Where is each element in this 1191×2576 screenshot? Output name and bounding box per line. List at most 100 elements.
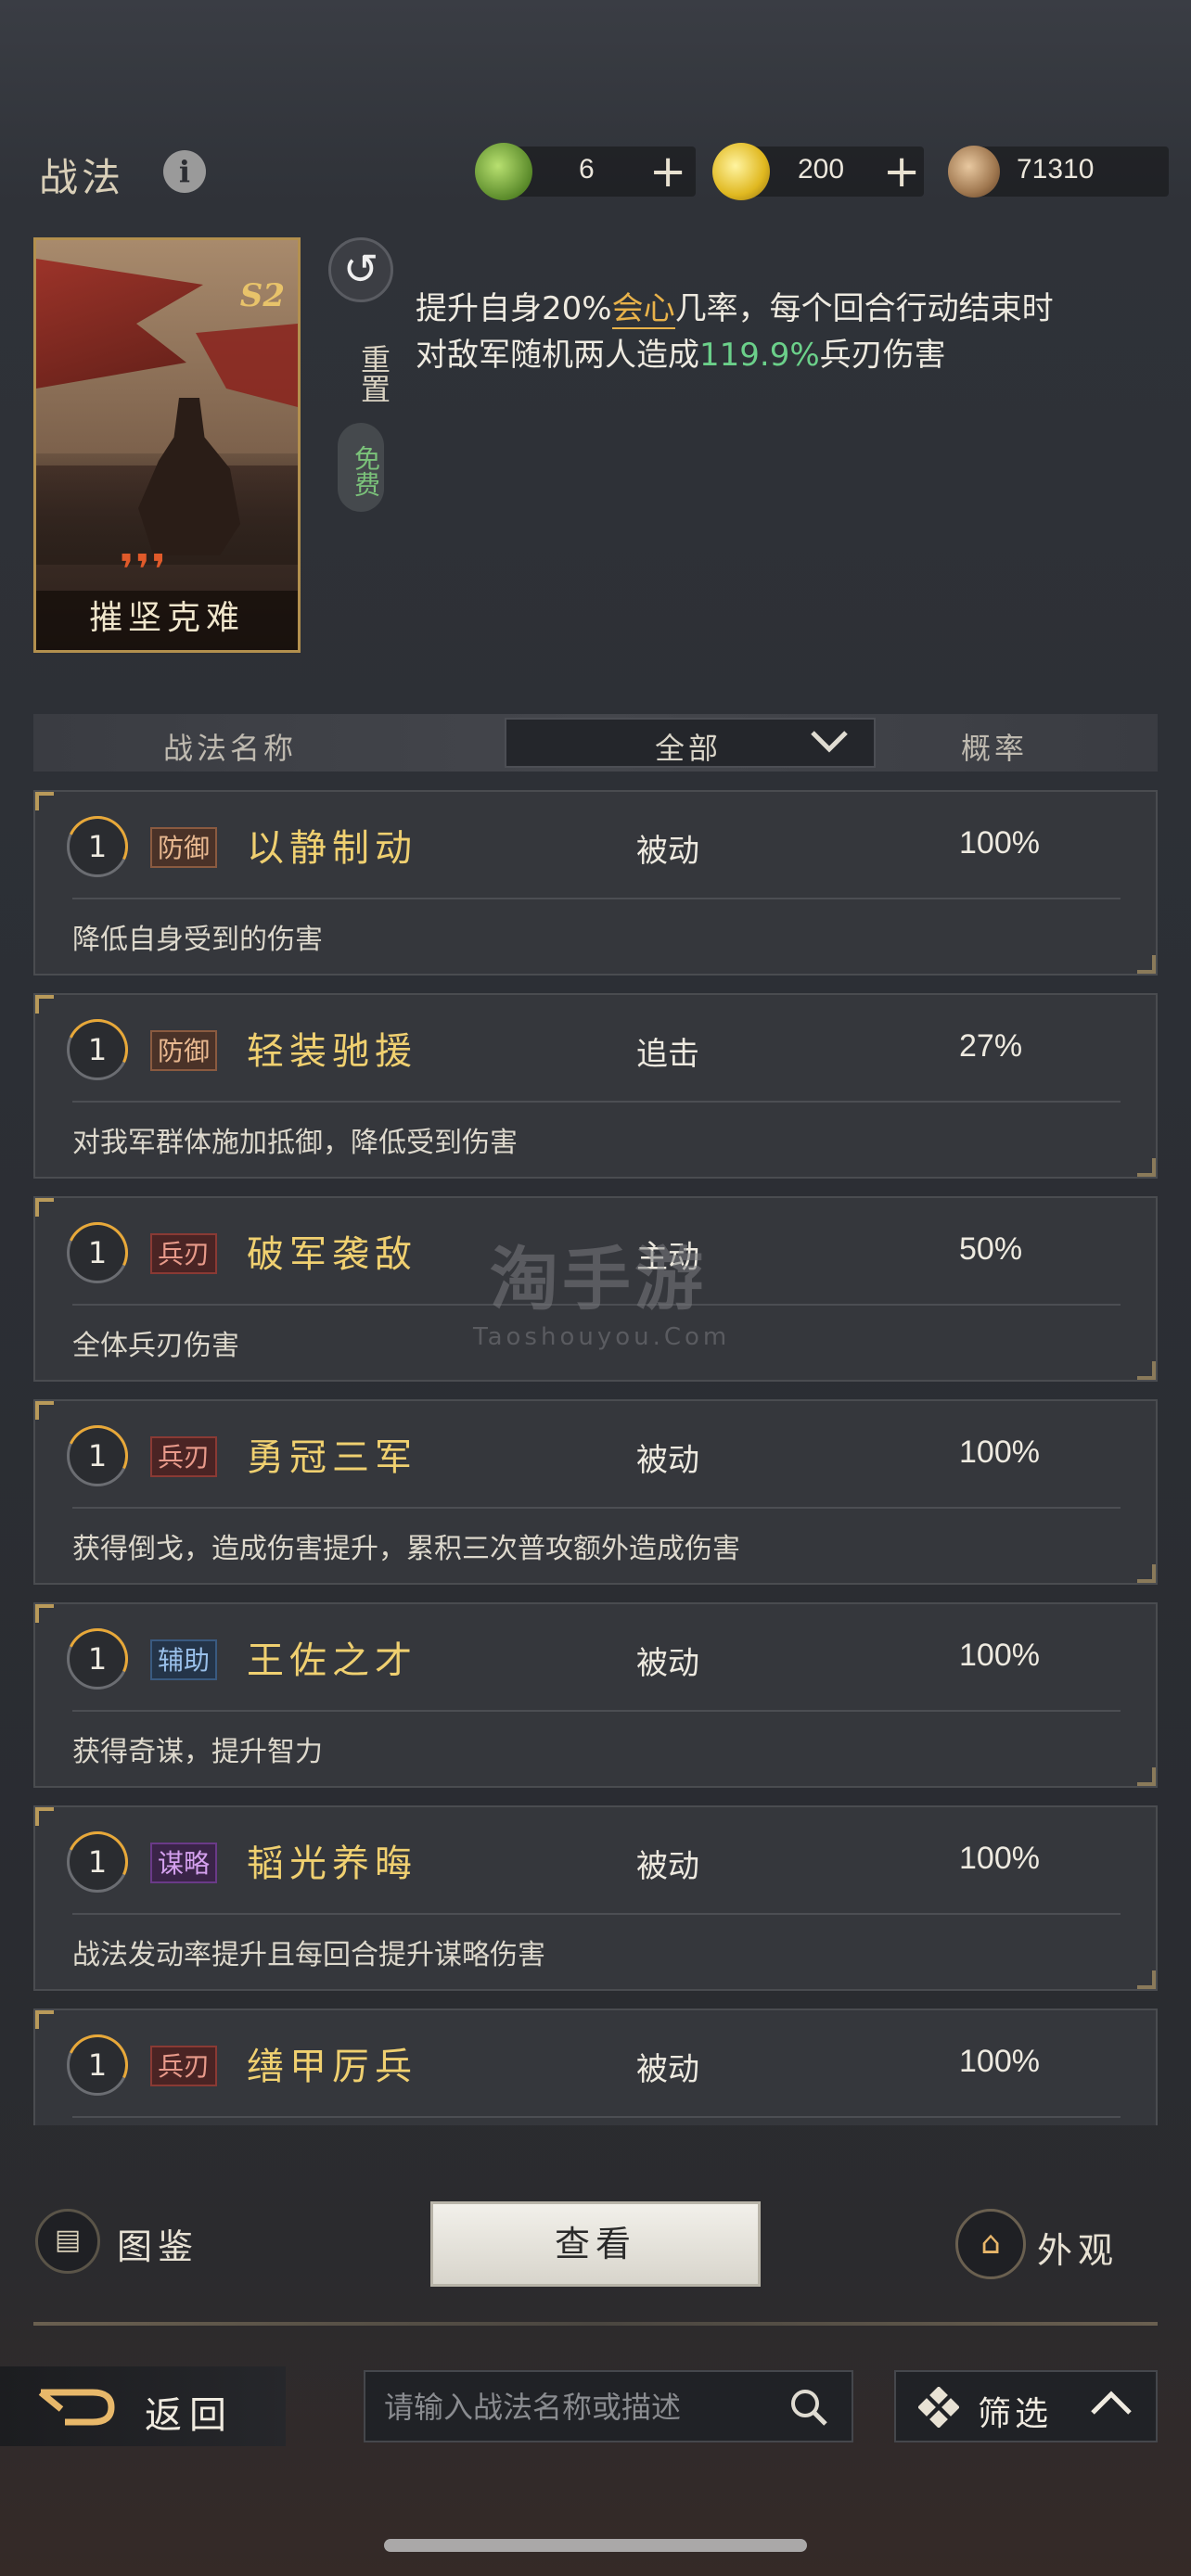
skill-description: 提升自身20%会心几率，每个回合行动结束时对敌军随机两人造成119.9%兵刃伤害 [416, 286, 1083, 378]
watermark-url: Taoshouyou.Com [473, 1323, 731, 1351]
divider [72, 1507, 1121, 1509]
codex-button[interactable]: ▤ 图鉴 [35, 2209, 239, 2274]
skill-name: 以静制动 [247, 827, 417, 870]
pavilion-icon: ⌂ [955, 2209, 1026, 2279]
list-item-header: 1 防御 以静制动 被动 100% [35, 792, 1156, 896]
currency-copper-value: 71310 [1017, 154, 1095, 185]
free-badge: 免费 [338, 423, 384, 512]
search-box[interactable] [364, 2370, 853, 2442]
skill-type: 被动 [636, 1848, 699, 1885]
desc-text-3: 兵刃伤害 [819, 337, 946, 374]
level-indicator: 1 [58, 2025, 137, 2105]
add-jade-button[interactable]: + [649, 147, 686, 197]
codex-icon: ▤ [35, 2209, 100, 2274]
list-item[interactable]: 1 防御 轻装驰援 追击 27% 对我军群体施加抵御，降低受到伤害 [33, 993, 1158, 1179]
reset-panel: ↺ 重置 免费 [328, 237, 393, 516]
watermark-title: 淘手游 [490, 1240, 707, 1320]
skill-type: 被动 [636, 2051, 699, 2088]
filter-label: 筛选 [978, 2395, 1053, 2433]
season-badge: S2 [239, 277, 285, 314]
currency-copper: 71310 [948, 146, 1169, 198]
grade-claws-icon: ❜❜❜ [120, 546, 168, 593]
skill-type: 追击 [636, 1036, 699, 1073]
jade-coin-icon [475, 143, 532, 200]
list-item-header: 1 谋略 韬光养晦 被动 100% [35, 1807, 1156, 1911]
currency-jade-value: 6 [579, 154, 595, 185]
skill-rate: 100% [959, 1435, 1040, 1470]
search-icon[interactable] [787, 2385, 831, 2429]
level-indicator: 1 [58, 1822, 137, 1902]
skill-tag: 防御 [150, 1030, 218, 1071]
filter-button[interactable]: 筛选 [894, 2370, 1158, 2442]
divider [72, 2116, 1121, 2118]
list-item-header: 1 防御 轻装驰援 追击 27% [35, 995, 1156, 1099]
skill-rate: 27% [959, 1028, 1023, 1064]
list-item[interactable]: 1 防御 以静制动 被动 100% 降低自身受到的伤害 [33, 790, 1158, 976]
skill-tag: 兵刃 [150, 1233, 218, 1274]
search-input[interactable] [384, 2385, 774, 2429]
skill-type: 被动 [636, 1645, 699, 1682]
skill-name: 破军袭敌 [247, 1233, 417, 1276]
list-item[interactable]: 1 兵刃 勇冠三军 被动 100% 获得倒戈，造成伤害提升，累积三次普攻额外造成… [33, 1399, 1158, 1585]
back-arrow-icon [37, 2385, 115, 2439]
skill-summary: 降低自身受到的伤害 [72, 924, 323, 956]
skill-rate: 100% [959, 1638, 1040, 1673]
appearance-label: 外观 [1037, 2230, 1120, 2271]
divider [33, 2322, 1158, 2326]
filter-icon [917, 2386, 960, 2437]
skill-card-image[interactable]: S2 ❜❜❜ 摧坚克难 [33, 237, 301, 653]
level-indicator: 1 [58, 1213, 137, 1293]
divider [72, 898, 1121, 899]
skill-rate: 100% [959, 825, 1040, 861]
skill-summary: 战法发动率提升且每回合提升谋略伤害 [72, 1939, 545, 1971]
skill-summary: 获得倒戈，造成伤害提升，累积三次普攻额外造成伤害 [72, 1533, 740, 1565]
skill-type: 被动 [636, 1442, 699, 1479]
card-name: 摧坚克难 [88, 599, 245, 637]
list-item[interactable]: 1 谋略 韬光养晦 被动 100% 战法发动率提升且每回合提升谋略伤害 [33, 1805, 1158, 1991]
home-indicator[interactable] [384, 2539, 807, 2552]
column-skill-name: 战法名称 [163, 731, 298, 766]
skill-rate: 100% [959, 2044, 1040, 2079]
table-header: 战法名称 全部 概率 [33, 714, 1158, 772]
skill-rate: 50% [959, 1231, 1023, 1267]
skill-tag: 兵刃 [150, 1436, 218, 1477]
category-filter-value: 全部 [655, 731, 723, 766]
level-progress-arc [58, 2025, 137, 2105]
level-progress-arc [58, 807, 137, 886]
chevron-down-icon [809, 727, 850, 762]
back-button[interactable]: 返回 [0, 2366, 286, 2446]
appearance-button[interactable]: ⌂ 外观 [955, 2209, 1169, 2279]
chevron-up-icon [1089, 2385, 1133, 2430]
skill-name: 缮甲厉兵 [247, 2046, 417, 2088]
skill-summary: 获得奇谋，提升智力 [72, 1736, 323, 1768]
refresh-icon: ↺ [342, 244, 379, 294]
level-progress-arc [58, 1416, 137, 1496]
watermark: 淘手游 Taoshouyou.Com [473, 1224, 731, 1351]
skill-rate: 100% [959, 1841, 1040, 1876]
add-gold-button[interactable]: + [883, 147, 920, 197]
skill-name: 勇冠三军 [247, 1436, 417, 1479]
view-button[interactable]: 查看 [430, 2201, 761, 2287]
list-item[interactable]: 1 兵刃 缮甲厉兵 被动 100% [33, 2009, 1158, 2125]
list-item[interactable]: 1 辅助 王佐之才 被动 100% 获得奇谋，提升智力 [33, 1602, 1158, 1788]
level-indicator: 1 [58, 807, 137, 886]
desc-keyword-crit[interactable]: 会心 [611, 290, 675, 329]
reset-button[interactable]: ↺ [328, 237, 393, 302]
level-indicator: 1 [58, 1010, 137, 1090]
skill-list[interactable]: 1 防御 以静制动 被动 100% 降低自身受到的伤害 1 防御 轻装驰援 追击… [33, 790, 1158, 2125]
level-progress-arc [58, 1010, 137, 1090]
list-item-header: 1 兵刃 勇冠三军 被动 100% [35, 1401, 1156, 1505]
desc-text-1: 提升自身20% [416, 290, 612, 327]
category-filter-dropdown[interactable]: 全部 [505, 718, 876, 768]
info-icon[interactable]: i [163, 150, 206, 193]
skill-tag: 兵刃 [150, 2046, 218, 2086]
desc-damage-value: 119.9% [699, 337, 820, 374]
currency-jade: 6 + [475, 143, 696, 200]
currency-gold: 200 + [712, 143, 924, 200]
header-bar: 战法 i 6 + 200 + 71310 [0, 130, 1191, 213]
divider [72, 1710, 1121, 1712]
list-item-header: 1 辅助 王佐之才 被动 100% [35, 1604, 1156, 1708]
skill-tag: 防御 [150, 827, 218, 868]
gold-coin-icon [712, 143, 770, 200]
currency-gold-value: 200 [798, 154, 845, 185]
